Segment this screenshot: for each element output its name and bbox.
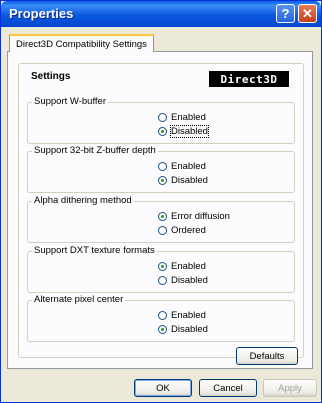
window-title: Properties [9,6,74,21]
tab-direct3d-compatibility[interactable]: Direct3D Compatibility Settings [9,34,154,52]
radio-label: Disabled [171,323,208,335]
radio-label: Ordered [171,224,206,236]
group-label: Support W-buffer [32,96,108,107]
group-32bit-zbuffer: Support 32-bit Z-buffer depth Enabled Di… [27,145,295,193]
radio-w-buffer-enabled[interactable]: Enabled [158,111,206,123]
radio-icon-selected [158,126,167,136]
radio-zbuffer-disabled[interactable]: Disabled [158,174,208,186]
group-label: Support DXT texture formats [32,245,157,256]
radio-icon-selected [158,324,167,334]
settings-frame: Settings Direct3D Support W-buffer Enabl… [18,63,304,358]
radio-icon-selected [158,211,167,221]
help-button[interactable]: ? [276,4,295,23]
radio-label: Enabled [171,260,206,272]
radio-icon [158,161,167,171]
group-label: Alternate pixel center [32,294,126,305]
radio-icon-selected [158,175,167,185]
title-bar[interactable]: Properties ? ✕ [1,1,321,27]
radio-error-diffusion[interactable]: Error diffusion [158,210,230,222]
cancel-button[interactable]: Cancel [199,379,257,397]
radio-ordered[interactable]: Ordered [158,224,206,236]
group-alternate-pixel-center: Alternate pixel center Enabled Disabled [27,294,295,342]
radio-pixel-center-enabled[interactable]: Enabled [158,309,206,321]
radio-dxt-enabled[interactable]: Enabled [158,260,206,272]
radio-icon [158,275,167,285]
radio-label: Enabled [171,309,206,321]
radio-label: Disabled [170,124,209,138]
tab-label: Direct3D Compatibility Settings [16,38,147,50]
radio-icon-selected [158,261,167,271]
radio-icon [158,310,167,320]
radio-label: Disabled [171,274,208,286]
settings-title: Settings [31,71,71,82]
radio-label: Enabled [171,160,206,172]
close-button[interactable]: ✕ [298,4,317,23]
tab-panel: Settings Direct3D Support W-buffer Enabl… [7,51,313,369]
radio-pixel-center-disabled[interactable]: Disabled [158,323,208,335]
direct3d-logo-text: Direct3D [220,72,278,86]
group-alpha-dithering: Alpha dithering method Error diffusion O… [27,195,295,243]
ok-button[interactable]: OK [134,379,192,397]
radio-label: Enabled [171,111,206,123]
radio-dxt-disabled[interactable]: Disabled [158,274,208,286]
ok-button-label: OK [156,382,170,394]
group-label: Support 32-bit Z-buffer depth [32,145,158,156]
radio-w-buffer-disabled[interactable]: Disabled [158,124,209,138]
cancel-button-label: Cancel [213,382,243,394]
apply-button-label: Apply [278,382,302,394]
radio-icon [158,112,167,122]
group-dxt-texture: Support DXT texture formats Enabled Disa… [27,245,295,293]
defaults-button-label: Defaults [249,350,285,362]
close-icon: ✕ [302,5,313,21]
direct3d-logo: Direct3D [209,71,289,87]
radio-zbuffer-enabled[interactable]: Enabled [158,160,206,172]
help-icon: ? [281,6,290,21]
radio-label: Disabled [171,174,208,186]
apply-button[interactable]: Apply [263,379,317,397]
group-label: Alpha dithering method [32,195,134,206]
group-w-buffer: Support W-buffer Enabled Disabled [27,96,295,144]
radio-label: Error diffusion [171,210,230,222]
defaults-button[interactable]: Defaults [236,347,298,365]
radio-icon [158,225,167,235]
properties-dialog: Properties ? ✕ Direct3D Compatibility Se… [0,0,322,403]
